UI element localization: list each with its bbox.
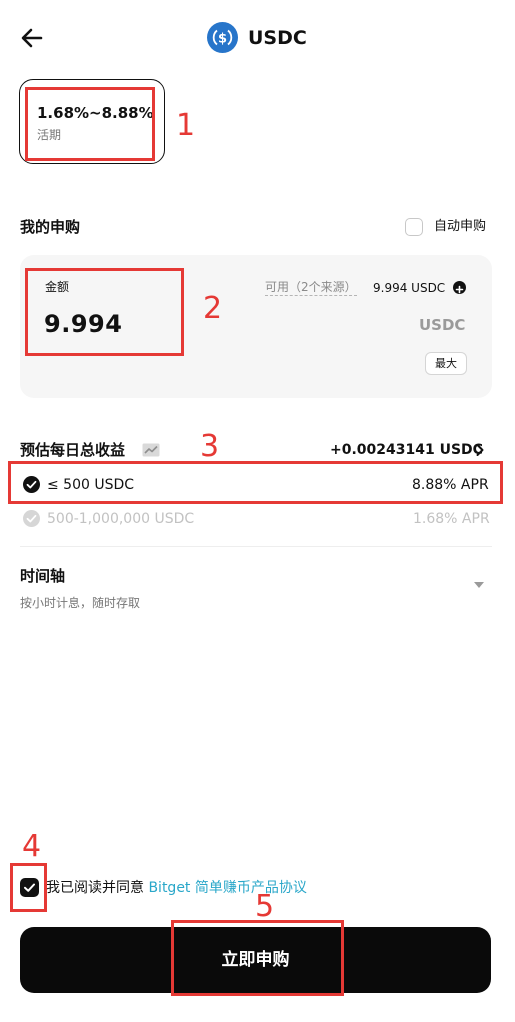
chevron-down-icon[interactable] (474, 582, 484, 588)
timeline-subtitle: 按小时计息，随时存取 (20, 596, 141, 610)
estimate-title: 预估每日总收益 (20, 441, 126, 459)
usdc-coin-icon: $ (207, 22, 238, 53)
back-arrow-icon[interactable] (18, 24, 46, 52)
max-button[interactable]: 最大 (425, 352, 467, 375)
annotation-box-2 (25, 268, 184, 356)
chart-icon[interactable] (142, 443, 160, 457)
annotation-number-1: 1 (176, 108, 196, 143)
page-title: USDC (248, 27, 307, 49)
available-sources-label[interactable]: 可用（2个来源） (265, 279, 357, 296)
annotation-box-1 (25, 87, 155, 161)
annotation-number-5: 5 (255, 889, 275, 924)
annotation-number-2: 2 (203, 291, 223, 326)
svg-text:$: $ (218, 32, 227, 47)
estimate-value[interactable]: +0.00243141 USDC (330, 440, 483, 460)
available-balance: 9.994 USDC (373, 281, 446, 295)
annotation-box-3 (8, 461, 503, 504)
annotation-box-5 (171, 920, 344, 996)
subscription-title: 我的申购 (20, 218, 81, 236)
plus-icon[interactable] (453, 281, 466, 294)
currency-unit: USDC (419, 316, 466, 334)
tier-check-icon (23, 510, 40, 527)
chevron-right-icon[interactable] (474, 443, 486, 457)
tier-range-inactive: 500-1,000,000 USDC (47, 511, 195, 527)
annotation-number-3: 3 (200, 429, 220, 464)
auto-subscribe-checkbox[interactable] (405, 218, 423, 236)
tier-apr-inactive: 1.68% APR (413, 511, 490, 527)
agreement-prefix: 我已阅读并同意 (46, 880, 149, 896)
annotation-number-4: 4 (22, 829, 42, 864)
divider (20, 546, 492, 547)
annotation-box-4 (10, 863, 47, 912)
auto-subscribe-label[interactable]: 自动申购 (434, 218, 486, 236)
timeline-title: 时间轴 (20, 567, 66, 585)
agreement-link[interactable]: Bitget 简单赚币产品协议 (148, 880, 306, 896)
